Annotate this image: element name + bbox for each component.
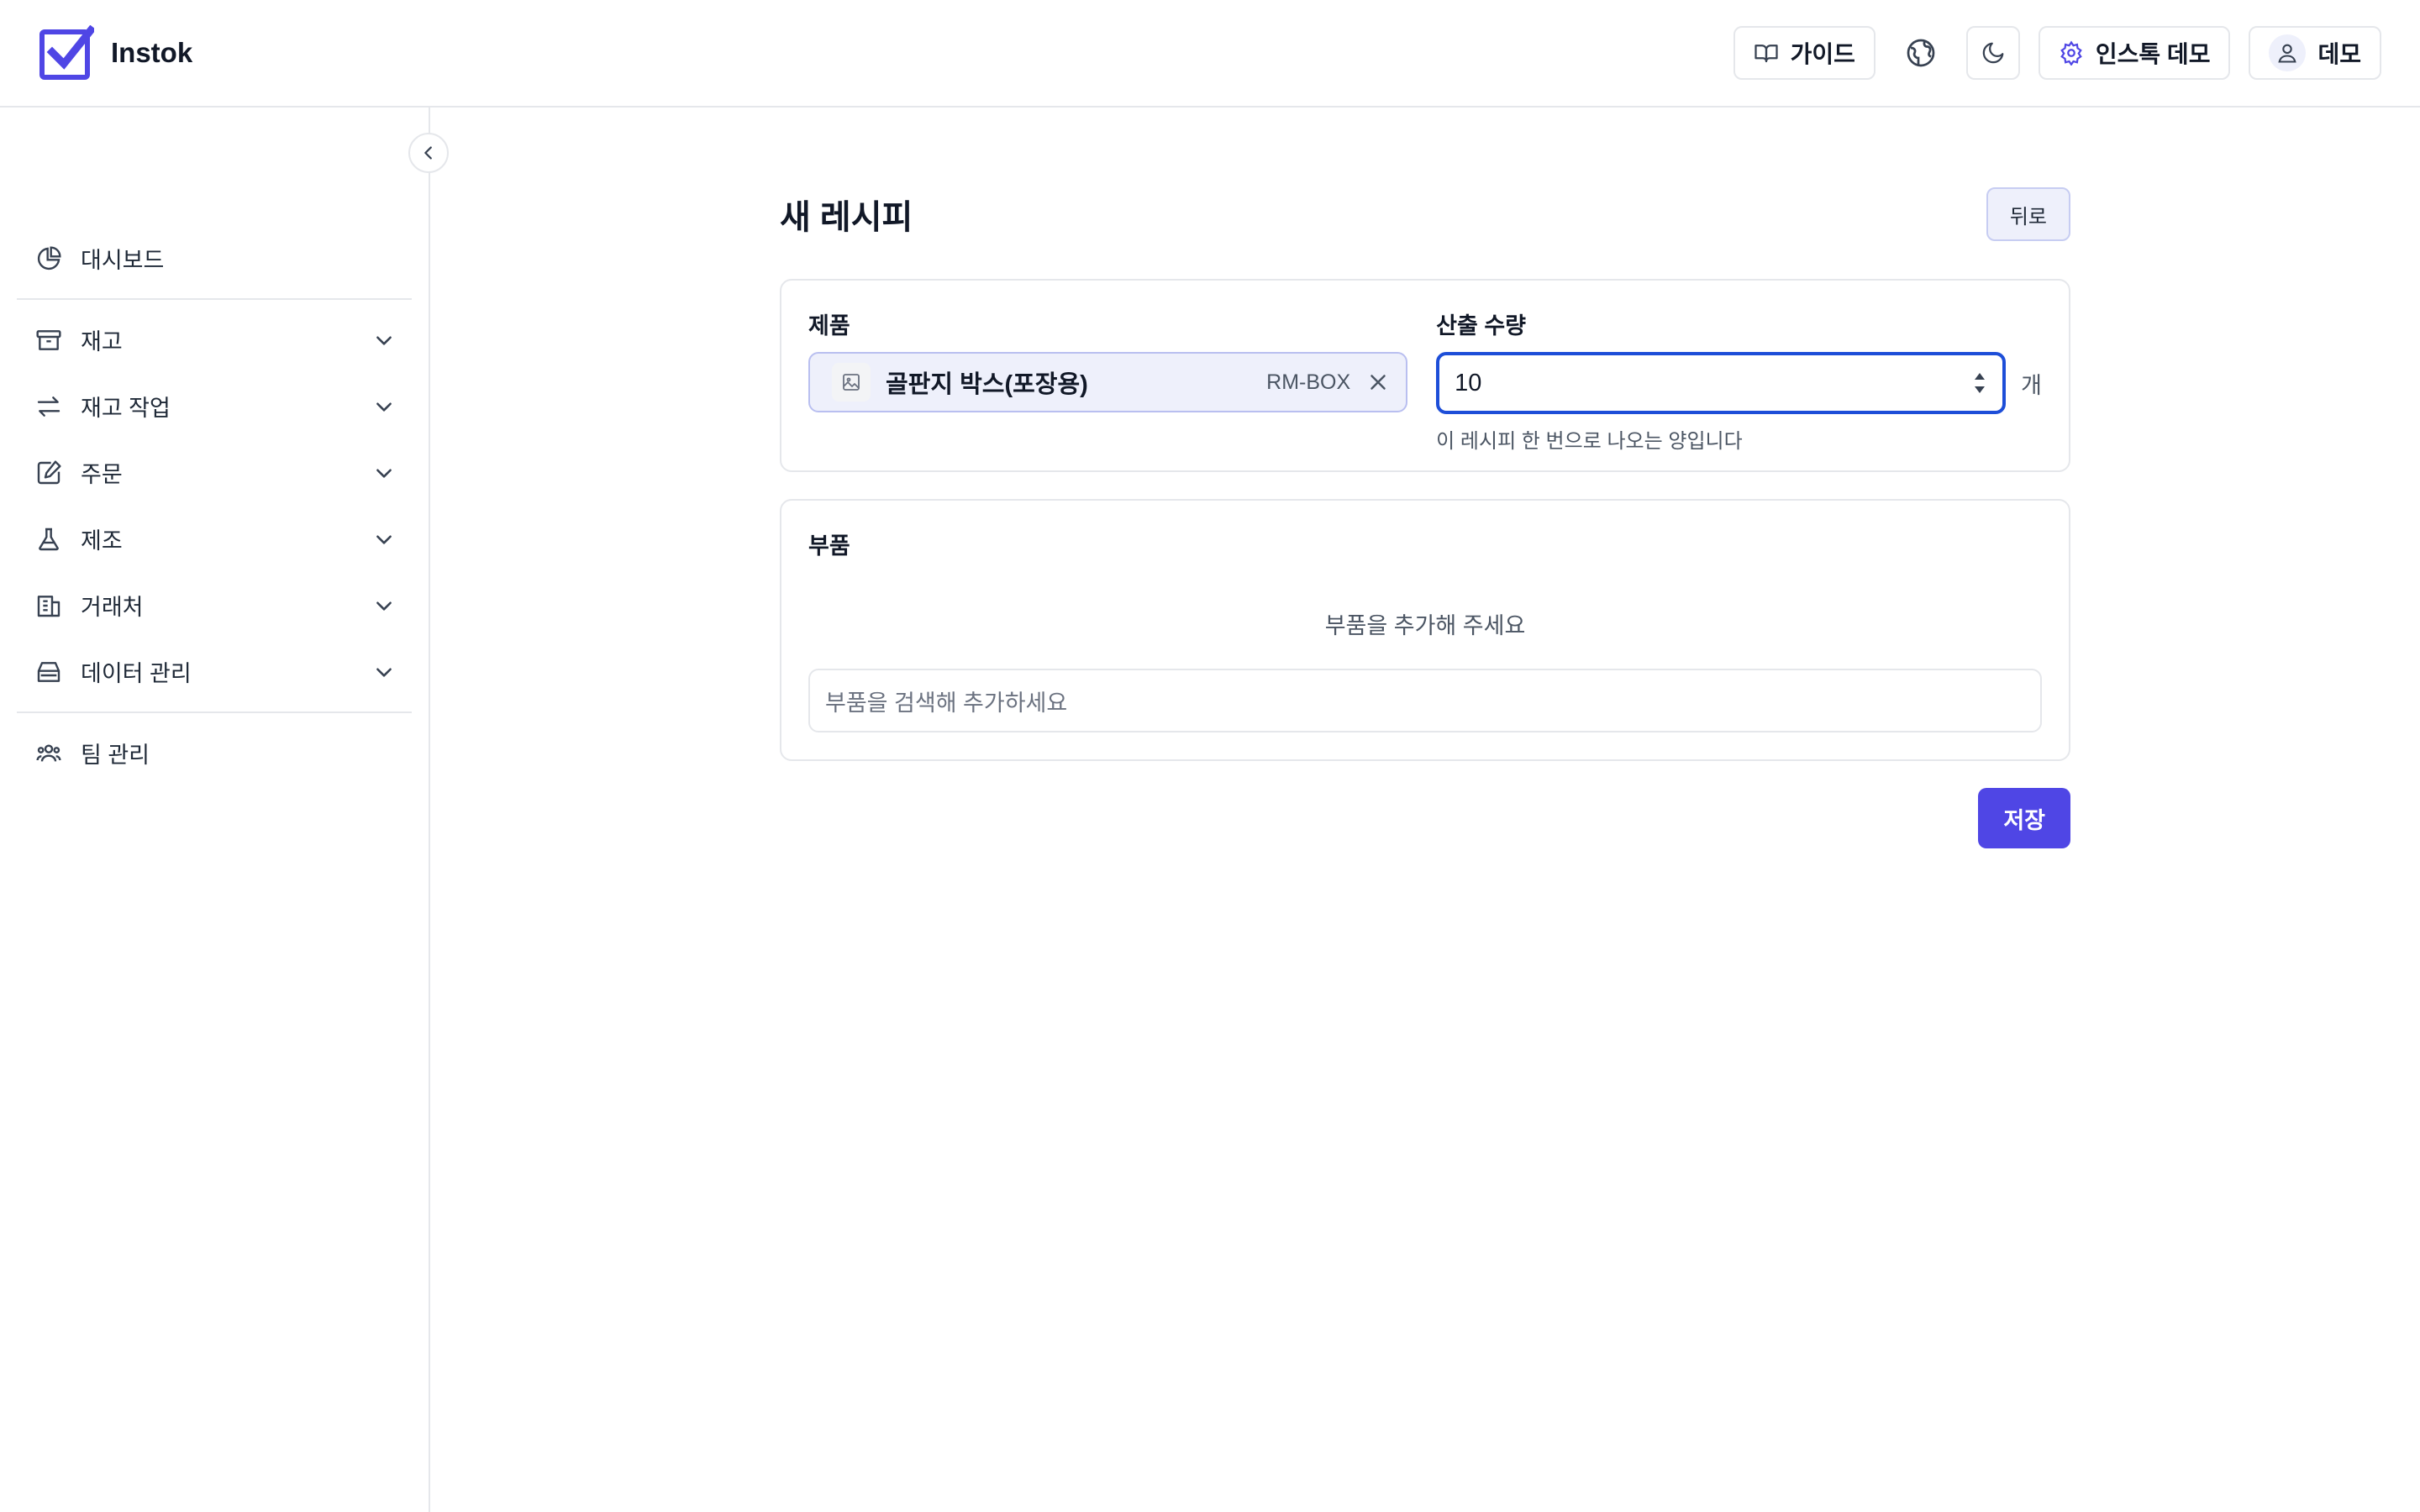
app-name: Instok <box>111 37 193 68</box>
brand[interactable]: Instok <box>39 25 192 81</box>
spinner-arrows-icon[interactable] <box>1972 369 1987 397</box>
nav-divider <box>17 298 412 300</box>
chevron-down-icon <box>373 329 395 351</box>
save-button[interactable]: 저장 <box>1978 788 2070 848</box>
globe-icon <box>1906 38 1936 68</box>
guide-button[interactable]: 가이드 <box>1733 26 1876 80</box>
sidebar-item-inventory[interactable]: 재고 <box>17 307 412 373</box>
product-sku: RM-BOX <box>1266 370 1351 394</box>
organization-label: 인스톡 데모 <box>2095 41 2211 67</box>
form-actions: 저장 <box>780 788 2070 848</box>
component-search-input[interactable]: 부품을 검색해 추가하세요 <box>808 669 2042 732</box>
user-icon <box>2278 44 2297 63</box>
logo-checkbox-icon <box>39 25 94 81</box>
sidebar-item-inventory-operations[interactable]: 재고 작업 <box>17 373 412 439</box>
sidebar-nav: 대시보드 재고 재고 작업 주문 제조 거래처 데이터 관리 팀 관리 <box>17 225 412 786</box>
sidebar-item-orders[interactable]: 주문 <box>17 439 412 506</box>
selected-product-chip[interactable]: 골판지 박스(포장용) RM-BOX <box>808 352 1408 412</box>
product-name: 골판지 박스(포장용) <box>886 371 1088 398</box>
sidebar-item-label: 제조 <box>81 528 123 554</box>
users-icon <box>35 740 62 767</box>
book-open-icon <box>1754 40 1779 66</box>
arrows-exchange-icon <box>35 393 62 420</box>
building-icon <box>35 592 62 619</box>
flask-icon <box>35 526 62 553</box>
quantity-row: 10 개 <box>1436 352 2042 414</box>
sidebar-item-label: 대시보드 <box>81 248 165 273</box>
sidebar-item-team-management[interactable]: 팀 관리 <box>17 720 412 786</box>
sidebar-item-label: 재고 작업 <box>81 396 171 421</box>
moon-icon <box>1981 40 2006 66</box>
chevron-left-icon <box>419 144 438 162</box>
product-label: 제품 <box>808 313 850 339</box>
sidebar-item-dashboard[interactable]: 대시보드 <box>17 225 412 291</box>
sidebar-item-label: 팀 관리 <box>81 743 150 768</box>
user-menu-button[interactable]: 데모 <box>2249 26 2381 80</box>
theme-toggle-button[interactable] <box>1965 26 2020 80</box>
archive-box-icon <box>35 327 62 354</box>
image-placeholder-icon <box>832 363 871 402</box>
product-field: 제품 골판지 박스(포장용) RM-BOX <box>808 307 1408 444</box>
organization-button[interactable]: 인스톡 데모 <box>2038 26 2231 80</box>
sidebar-item-data-management[interactable]: 데이터 관리 <box>17 638 412 705</box>
database-icon <box>35 659 62 685</box>
sidebar-item-partners[interactable]: 거래처 <box>17 572 412 638</box>
output-quantity-field: 산출 수량 10 개 이 레시피 한 번으로 나오는 양입니다 <box>1436 307 2042 453</box>
top-header: Instok 가이드 인스톡 데모 데모 <box>0 0 2420 108</box>
language-button[interactable] <box>1893 26 1948 80</box>
chevron-down-icon <box>373 595 395 617</box>
edit-document-icon <box>35 459 62 486</box>
gear-icon <box>2059 40 2084 66</box>
sidebar-item-label: 재고 <box>81 329 123 354</box>
page-title: 새 레시피 <box>780 199 913 236</box>
back-button[interactable]: 뒤로 <box>1986 187 2070 241</box>
recipe-info-card: 제품 골판지 박스(포장용) RM-BOX 산출 수량 10 개 이 레시피 한… <box>780 279 2070 472</box>
close-icon[interactable] <box>1365 370 1391 395</box>
quantity-unit: 개 <box>2021 372 2042 398</box>
guide-label: 가이드 <box>1790 41 1855 67</box>
chevron-down-icon <box>373 462 395 484</box>
chevron-down-icon <box>373 396 395 417</box>
chevron-down-icon <box>373 661 395 683</box>
components-title: 부품 <box>808 533 850 559</box>
sidebar-collapse-button[interactable] <box>408 133 449 173</box>
quantity-stepper[interactable]: 10 <box>1436 352 2007 414</box>
output-quantity-label: 산출 수량 <box>1436 313 1527 339</box>
sidebar: 대시보드 재고 재고 작업 주문 제조 거래처 데이터 관리 팀 관리 <box>0 108 430 1512</box>
header-actions: 가이드 인스톡 데모 데모 <box>1733 26 2381 80</box>
chevron-down-icon <box>373 528 395 550</box>
components-card: 부품 부품을 추가해 주세요 부품을 검색해 추가하세요 <box>780 499 2070 761</box>
pie-chart-icon <box>35 245 62 272</box>
sidebar-item-label: 거래처 <box>81 595 144 620</box>
nav-divider <box>17 711 412 713</box>
quantity-value: 10 <box>1455 369 1482 396</box>
page-header: 새 레시피 뒤로 <box>780 186 2070 242</box>
sidebar-item-label: 주문 <box>81 462 123 487</box>
sidebar-item-label: 데이터 관리 <box>81 661 192 686</box>
components-empty-message: 부품을 추가해 주세요 <box>1324 613 1526 638</box>
main-content: 새 레시피 뒤로 제품 골판지 박스(포장용) RM-BOX 산출 수량 10 … <box>780 186 2070 848</box>
sidebar-item-manufacturing[interactable]: 제조 <box>17 506 412 572</box>
avatar <box>2269 34 2307 71</box>
output-help-text: 이 레시피 한 번으로 나오는 양입니다 <box>1436 430 1743 453</box>
user-label: 데모 <box>2317 41 2361 67</box>
